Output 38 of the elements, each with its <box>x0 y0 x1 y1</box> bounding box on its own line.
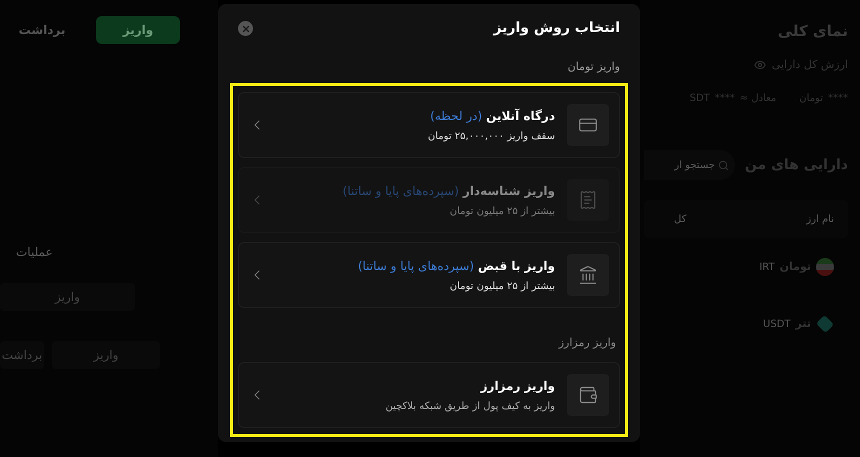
action-button[interactable]: واریز <box>0 283 135 311</box>
action-button[interactable]: برداشت <box>0 341 44 369</box>
method-tag: (سپرده‌های پایا و ساتنا) <box>342 182 459 200</box>
method-title: درگاه آنلاین <box>486 108 555 124</box>
column-header: عملیات <box>16 245 53 259</box>
column-header: کل <box>674 212 686 226</box>
method-subtitle: سقف واریز ۲۵,۰۰۰,۰۰۰ تومان <box>426 130 555 144</box>
search-icon <box>718 160 729 170</box>
flag-icon <box>816 258 834 276</box>
receipt-icon <box>578 190 598 210</box>
method-tag: (سپرده‌های پایا و ساتنا) <box>358 256 474 274</box>
modal-title: انتخاب روش واریز <box>493 19 620 38</box>
tab-button[interactable]: برداشت <box>12 16 72 44</box>
currency-symbol: USDT <box>763 318 791 332</box>
tab-button[interactable]: واریز <box>96 16 180 44</box>
bank-icon <box>578 265 598 285</box>
action-button[interactable]: واریز <box>52 341 160 369</box>
search-field[interactable]: جستجو ار <box>644 150 735 180</box>
method-subtitle: بیشتر از ۲۵ میلیون تومان <box>448 280 555 294</box>
section-heading: واریز رمزارز <box>558 336 616 349</box>
close-icon <box>240 24 250 34</box>
eye-icon <box>754 58 766 71</box>
wallet-icon <box>578 385 598 405</box>
close-button[interactable] <box>238 21 253 36</box>
deposit-method-option[interactable]: درگاه آنلاین (در لحظه) سقف واریز ۲۵,۰۰۰,۰۰۰ تومان <box>238 92 620 158</box>
method-tag: (در لحظه) <box>430 106 482 124</box>
column-header: نام ارز <box>806 212 834 226</box>
method-subtitle: واریز به کیف پول از طریق شبکه بلاکچین <box>384 400 555 414</box>
currency-symbol: IRT <box>759 260 775 274</box>
balance-value: **** <box>828 92 848 106</box>
deposit-method-option[interactable]: واریز رمزارز واریز به کیف پول از طریق شبکه بلاکچین <box>238 362 620 428</box>
method-subtitle: بیشتر از ۲۵ میلیون تومان <box>448 204 555 218</box>
section-heading: واریز تومان <box>568 60 620 73</box>
balance-value: **** <box>714 92 735 106</box>
method-title: واریز با قبض <box>478 258 555 274</box>
method-title: واریز شناسه‌دار <box>462 182 555 200</box>
method-title: واریز رمزارز <box>480 378 555 394</box>
deposit-method-option[interactable]: واریز با قبض (سپرده‌های پایا و ساتنا) بیشتر از ۲۵ میلیون تومان <box>238 242 620 308</box>
